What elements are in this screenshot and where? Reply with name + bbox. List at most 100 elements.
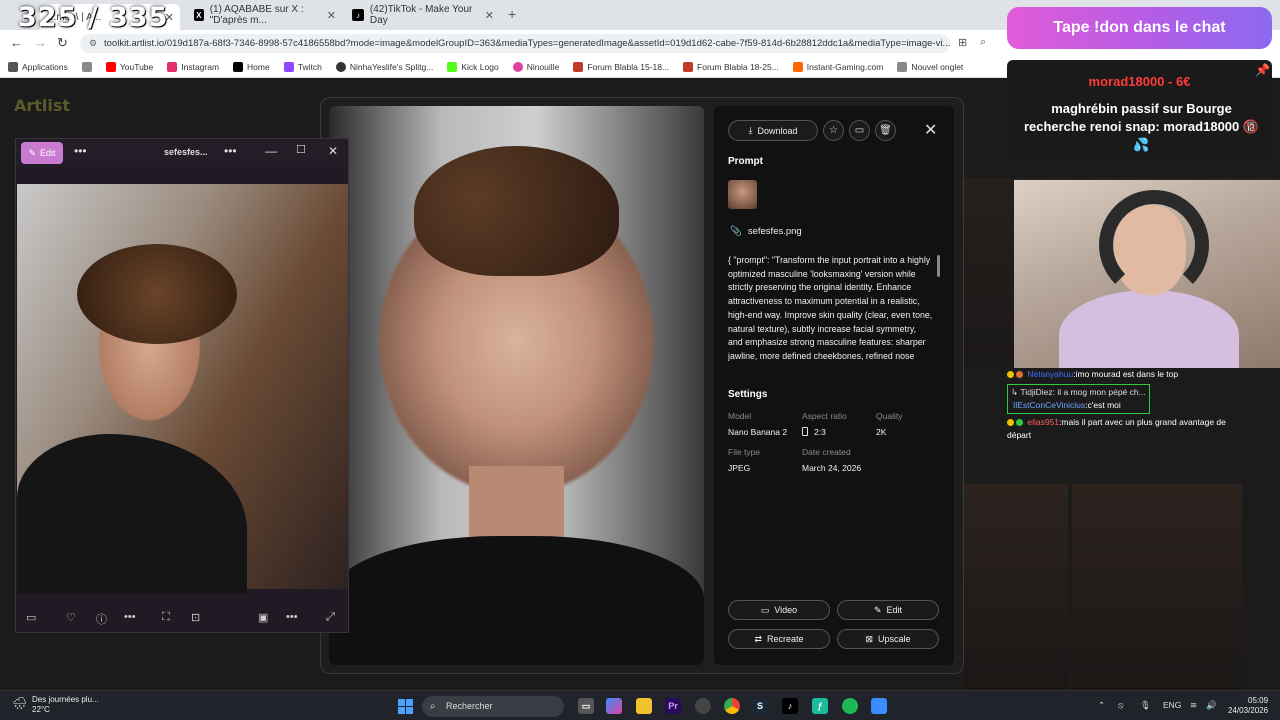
- language-indicator[interactable]: ENG: [1163, 700, 1181, 710]
- app-icon[interactable]: ƒ: [812, 698, 828, 714]
- tab-x[interactable]: X (1) AQABABE sur X : "D'après m... ✕: [186, 4, 342, 26]
- clock-date: 24/03/2026: [1228, 706, 1269, 715]
- volume-icon[interactable]: 🔊: [1206, 700, 1217, 711]
- aspect-ratio-value: 2:3: [802, 427, 826, 437]
- generated-image[interactable]: [329, 106, 704, 665]
- chat-message: mais il part avec un plus grand avantage…: [1061, 417, 1226, 427]
- expand-icon[interactable]: ⤢: [326, 611, 335, 624]
- heart-icon[interactable]: ♡: [66, 611, 76, 624]
- chat-username[interactable]: Netanyahuu: [1027, 369, 1073, 379]
- scan-icon[interactable]: ⊡: [191, 611, 200, 624]
- reference-thumbnail[interactable]: [728, 180, 757, 209]
- taskbar-search[interactable]: ⌕ Rechercher: [422, 696, 564, 717]
- more-icon[interactable]: •••: [74, 144, 87, 158]
- crop-icon[interactable]: ⛶: [162, 611, 170, 624]
- more-icon[interactable]: •••: [286, 611, 298, 623]
- badge-icon: [1007, 371, 1014, 379]
- ninouille-icon: [512, 61, 523, 72]
- background-thumbnail[interactable]: [1072, 484, 1242, 690]
- task-view-icon[interactable]: ▭: [578, 698, 594, 714]
- forward-icon[interactable]: →: [34, 35, 47, 50]
- wifi-icon[interactable]: ≋: [1190, 700, 1197, 711]
- tray-chevron-icon[interactable]: ⌃: [1098, 700, 1105, 711]
- folder-button[interactable]: ▭: [849, 120, 870, 141]
- pencil-icon: ✎: [873, 604, 882, 615]
- chrome-icon[interactable]: [724, 698, 740, 714]
- pin-icon: 📌: [1255, 63, 1270, 77]
- microphone-icon[interactable]: 🎙: [1140, 700, 1151, 711]
- app-icon[interactable]: [695, 698, 711, 714]
- globe-icon: [335, 61, 346, 72]
- maximize-icon[interactable]: ☐: [296, 143, 306, 156]
- tiktok-icon[interactable]: ♪: [782, 698, 798, 714]
- weather-icon: 🌧: [12, 696, 28, 710]
- recreate-button[interactable]: ⇄ Recreate: [728, 629, 830, 649]
- viewer-photo[interactable]: [17, 184, 348, 594]
- bookmark-instant-gaming[interactable]: Instant-Gaming.com: [792, 61, 883, 72]
- chat-username[interactable]: elias951: [1027, 417, 1059, 427]
- favorite-button[interactable]: ☆: [823, 120, 844, 141]
- new-tab-button[interactable]: +: [508, 6, 516, 22]
- url-field[interactable]: ⚙ toolkit.artlist.io/019d187a-68f3-7346-…: [80, 34, 950, 53]
- prompt-scrollbar[interactable]: [937, 255, 940, 277]
- hair-shape: [77, 244, 237, 344]
- back-icon[interactable]: ←: [10, 35, 23, 50]
- network-icon[interactable]: ⦸: [1118, 700, 1124, 711]
- more-icon[interactable]: •••: [224, 144, 237, 158]
- close-icon[interactable]: ✕: [327, 9, 336, 22]
- youtube-icon: [105, 61, 116, 72]
- delete-button[interactable]: 🗑: [875, 120, 896, 141]
- donation-banner: Tape !don dans le chat: [1007, 7, 1272, 49]
- background-thumbnail[interactable]: [964, 484, 1068, 690]
- download-button[interactable]: ⤓ Download: [728, 120, 818, 141]
- bookmark-instagram[interactable]: Instagram: [167, 61, 219, 72]
- close-icon[interactable]: ✕: [924, 120, 937, 140]
- premiere-icon[interactable]: Pr: [665, 698, 681, 714]
- bookmark-home[interactable]: Home: [233, 61, 270, 72]
- prompt-heading: Prompt: [728, 156, 763, 167]
- recreate-icon: ⇄: [754, 633, 762, 644]
- bookmark-splitgate[interactable]: NinhaYeslife's Splitg...: [335, 61, 433, 72]
- minimize-icon[interactable]: —: [265, 144, 277, 158]
- filmstrip-icon[interactable]: ▭: [26, 611, 36, 624]
- chat-line: elias951:mais il part avec un plus grand…: [1007, 417, 1226, 427]
- more-icon[interactable]: •••: [124, 611, 136, 623]
- instagram-icon: [167, 61, 178, 72]
- edit-button[interactable]: ✎ Edit: [837, 600, 939, 620]
- translate-icon[interactable]: ⊞: [958, 36, 967, 49]
- bookmark-ninouille[interactable]: Ninouille: [512, 61, 559, 72]
- spotify-icon[interactable]: [842, 698, 858, 714]
- bookmark-twitch[interactable]: Twitch: [283, 61, 322, 72]
- system-clock[interactable]: 05:09 24/03/2026: [1228, 696, 1268, 716]
- video-button[interactable]: ▭ Video: [728, 600, 830, 620]
- app-icon[interactable]: [871, 698, 887, 714]
- bookmark-grid[interactable]: [81, 61, 92, 72]
- bookmark-kick[interactable]: Kick Logo: [447, 61, 499, 72]
- reload-icon[interactable]: ↻: [57, 35, 68, 51]
- artlist-logo[interactable]: Artlist: [14, 96, 70, 115]
- copilot-icon[interactable]: [606, 698, 622, 714]
- site-info-icon[interactable]: ⚙: [89, 34, 97, 53]
- bookmark-new-tab[interactable]: Nouvel onglet: [897, 61, 963, 72]
- twitch-icon: [283, 61, 294, 72]
- zoom-icon[interactable]: ⌕: [980, 36, 986, 49]
- upscale-button[interactable]: ⊠ Upscale: [837, 629, 939, 649]
- file-explorer-icon[interactable]: [636, 698, 652, 714]
- bookmark-forum-18-25[interactable]: Forum Blabla 18-25...: [683, 61, 779, 72]
- prompt-text: { "prompt": "Transform the input portrai…: [728, 255, 933, 361]
- fit-icon[interactable]: ▣: [258, 611, 268, 624]
- badge-icon: [1016, 419, 1023, 427]
- start-button[interactable]: [398, 699, 413, 714]
- jvc-icon: [573, 61, 584, 72]
- viewer-edit-button[interactable]: ✎ Edit: [21, 142, 63, 164]
- close-icon[interactable]: ✕: [485, 9, 494, 22]
- info-icon[interactable]: ⓘ: [96, 611, 107, 627]
- bookmark-youtube[interactable]: YouTube: [105, 61, 153, 72]
- close-icon[interactable]: ✕: [328, 144, 338, 158]
- chat-username[interactable]: IlEstConCeVinicius: [1013, 400, 1085, 410]
- weather-widget[interactable]: 🌧 Des journées plu... 22°C: [12, 695, 99, 715]
- tab-tiktok[interactable]: ♪ (42)TikTok - Make Your Day ✕: [344, 4, 500, 26]
- bookmark-applications[interactable]: Applications: [8, 61, 68, 72]
- bookmark-forum-15-18[interactable]: Forum Blabla 15-18...: [573, 61, 669, 72]
- steam-icon[interactable]: S: [752, 698, 768, 714]
